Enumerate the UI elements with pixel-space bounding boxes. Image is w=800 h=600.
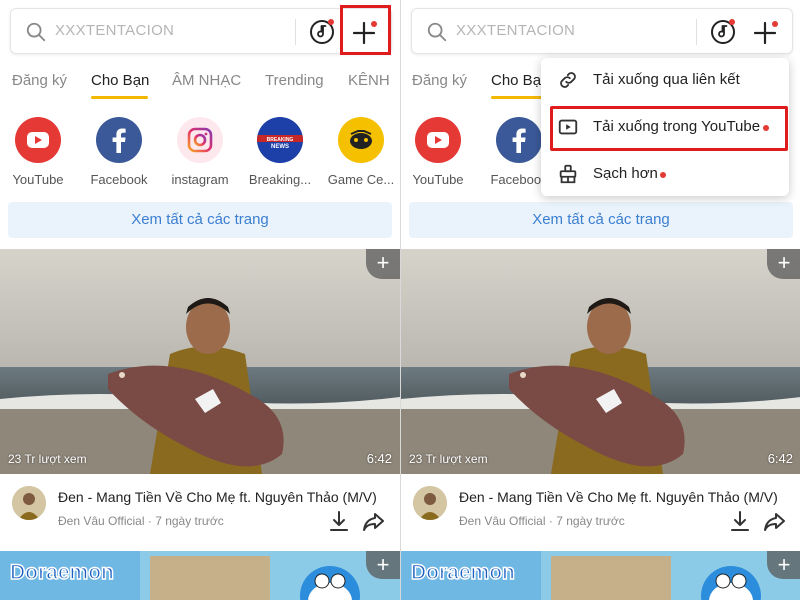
download-icon[interactable] (328, 510, 350, 532)
meta-separator: · (147, 514, 152, 528)
view-count: 23 Tr lượt xem (409, 452, 488, 466)
video-meta: Đen - Mang Tiền Về Cho Mẹ ft. Nguyên Thả… (401, 474, 800, 548)
video-thumbnail[interactable]: + 23 Tr lượt xem 6:42 (0, 249, 400, 474)
highlight-box-add-button (340, 5, 391, 55)
doraemon-title-text: Doraemon (411, 561, 515, 584)
music-button[interactable] (309, 19, 335, 45)
menu-notification-dot (660, 172, 666, 178)
tab-trending[interactable]: Trending (265, 72, 324, 89)
see-all-pages-button[interactable]: Xem tất cả các trang (8, 202, 392, 238)
shortcut-youtube[interactable]: YouTube (401, 112, 478, 187)
music-notification-dot (729, 19, 735, 25)
tab-for-you[interactable]: Cho Bạn (91, 72, 149, 89)
channel-name[interactable]: Đen Vâu Official (58, 514, 145, 528)
search-input[interactable]: XXXTENTACION (55, 22, 174, 39)
menu-item-label: Tải xuống qua liên kết (593, 71, 740, 88)
tab-channels[interactable]: KÊNH (348, 72, 390, 89)
video-thumbnail-image (401, 249, 800, 474)
breaking-news-icon: BREAKING NEWS (257, 117, 303, 163)
doraemon-thumbnail-image: Doraemon (0, 551, 400, 600)
search-icon (26, 22, 46, 42)
video-thumbnail[interactable]: + 23 Tr lượt xem 6:42 (401, 249, 800, 474)
doraemon-thumbnail-image: Doraemon (401, 551, 800, 600)
link-icon (560, 72, 576, 88)
category-tabs: Đăng ký Cho Bạn ÂM NHẠC Trending KÊNH (0, 62, 400, 102)
music-button[interactable] (710, 19, 736, 45)
download-icon[interactable] (729, 510, 751, 532)
menu-item-label: Sạch hơn (593, 165, 658, 182)
search-bar[interactable]: XXXTENTACION (411, 8, 793, 54)
shortcut-label: Game Ce... (327, 172, 395, 187)
search-input[interactable]: XXXTENTACION (456, 22, 575, 39)
second-video-thumbnail[interactable]: Doraemon + (401, 551, 800, 600)
site-shortcuts: YouTube Facebook (0, 112, 400, 192)
left-screen: XXXTENTACION Đăng ký Cho Bạn ÂM NHẠC Tre… (0, 0, 400, 600)
music-notification-dot (328, 19, 334, 25)
video-subtitle: Đen Vâu Official · 7 ngày trước (459, 514, 625, 528)
shortcut-label: YouTube (412, 172, 464, 187)
add-to-playlist-button[interactable]: + (366, 249, 400, 279)
menu-item-cleaner[interactable]: Sạch hơn (541, 152, 789, 196)
video-title[interactable]: Đen - Mang Tiền Về Cho Mẹ ft. Nguyên Thả… (58, 489, 388, 505)
tab-music[interactable]: ÂM NHẠC (172, 72, 241, 89)
search-separator (696, 19, 697, 45)
shortcut-instagram[interactable]: instagram (160, 112, 240, 187)
video-duration: 6:42 (767, 451, 793, 466)
youtube-icon (15, 117, 61, 163)
upload-age: 7 ngày trước (556, 514, 625, 528)
search-separator (295, 19, 296, 45)
view-count: 23 Tr lượt xem (8, 452, 87, 466)
search-bar[interactable]: XXXTENTACION (10, 8, 392, 54)
shortcut-label: instagram (171, 172, 229, 187)
shortcut-label: Facebook (90, 172, 148, 187)
video-subtitle: Đen Vâu Official · 7 ngày trước (58, 514, 224, 528)
shortcut-youtube[interactable]: YouTube (0, 112, 78, 187)
second-video-thumbnail[interactable]: Doraemon + (0, 551, 400, 600)
channel-avatar[interactable] (413, 486, 447, 520)
see-all-pages-button[interactable]: Xem tất cả các trang (409, 202, 793, 238)
video-title[interactable]: Đen - Mang Tiền Về Cho Mẹ ft. Nguyên Thả… (459, 489, 789, 505)
cleaner-icon (559, 164, 577, 184)
active-tab-indicator (91, 96, 148, 99)
add-to-playlist-button[interactable]: + (366, 551, 400, 579)
add-to-playlist-button[interactable]: + (767, 249, 800, 279)
video-thumbnail-image (0, 249, 400, 474)
shortcut-game-center[interactable]: Game Ce... (321, 112, 400, 187)
meta-separator: · (548, 514, 553, 528)
shortcut-facebook[interactable]: Facebook (79, 112, 159, 187)
facebook-icon (96, 117, 142, 163)
doraemon-title-text: Doraemon (10, 561, 114, 584)
share-icon[interactable] (763, 510, 787, 532)
shortcut-label: YouTube (12, 172, 64, 187)
instagram-icon (177, 117, 223, 163)
active-tab-indicator (491, 96, 548, 99)
menu-item-download-via-link[interactable]: Tải xuống qua liên kết (541, 58, 789, 102)
svg-text:BREAKING: BREAKING (267, 137, 294, 143)
tab-subscriptions[interactable]: Đăng ký (412, 72, 467, 89)
video-duration: 6:42 (366, 451, 392, 466)
add-button[interactable] (750, 17, 780, 47)
youtube-icon (415, 117, 461, 163)
highlight-box-download-in-youtube (550, 106, 788, 151)
channel-name[interactable]: Đen Vâu Official (459, 514, 546, 528)
upload-age: 7 ngày trước (155, 514, 224, 528)
shortcut-label: Breaking... (248, 172, 312, 187)
svg-text:NEWS: NEWS (271, 144, 289, 150)
video-meta: Đen - Mang Tiền Về Cho Mẹ ft. Nguyên Thả… (0, 474, 400, 548)
search-icon (427, 22, 447, 42)
channel-avatar[interactable] (12, 486, 46, 520)
plus-notification-dot (772, 21, 778, 27)
game-center-icon (338, 117, 384, 163)
right-screen: XXXTENTACION Đăng ký Cho Bạn YouTube Fac… (401, 0, 800, 600)
shortcut-breaking-news[interactable]: BREAKING NEWS Breaking... (240, 112, 320, 187)
tab-subscriptions[interactable]: Đăng ký (12, 72, 67, 89)
facebook-icon (496, 117, 542, 163)
add-to-playlist-button[interactable]: + (767, 551, 800, 579)
share-icon[interactable] (362, 510, 386, 532)
